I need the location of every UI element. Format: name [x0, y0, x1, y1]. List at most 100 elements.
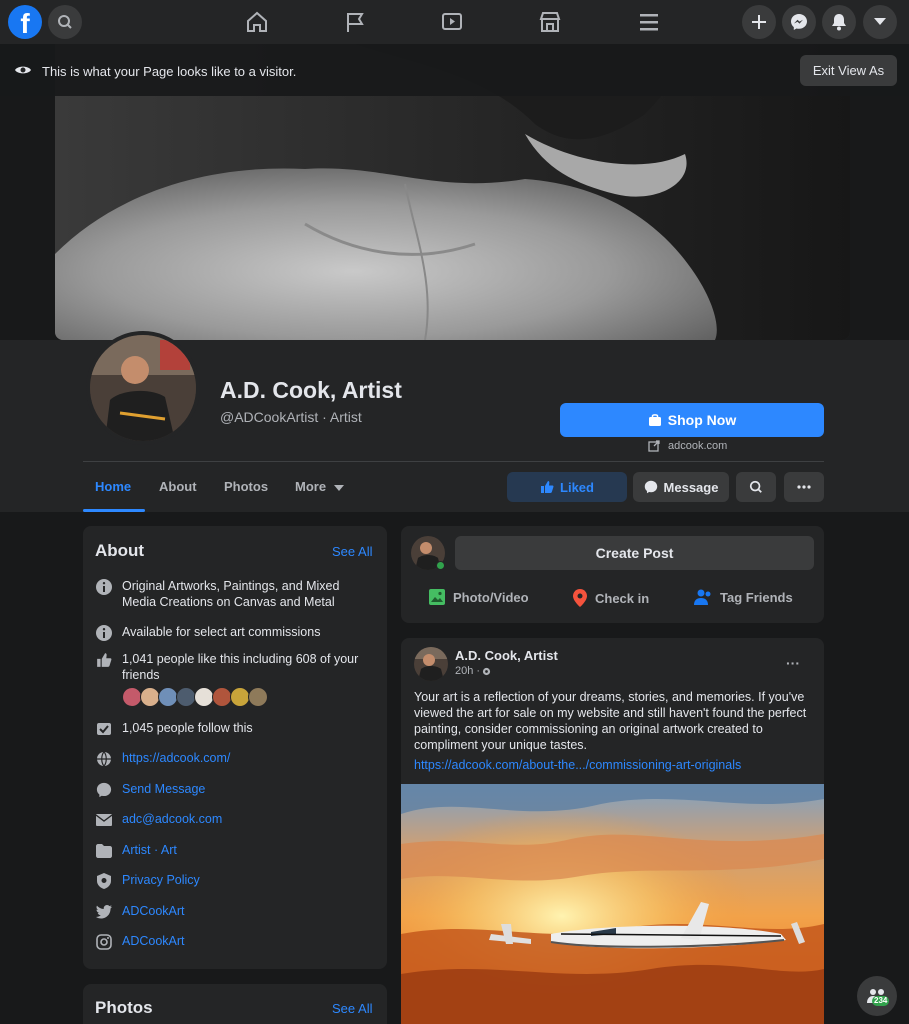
page-handle: @ADCookArtist · Artist	[220, 409, 362, 425]
page-search-button[interactable]	[736, 472, 776, 502]
friend-avatar[interactable]	[194, 687, 214, 707]
about-email-row: adc@adcook.com	[95, 811, 375, 829]
header-divider	[83, 461, 824, 462]
friend-avatar[interactable]	[248, 687, 268, 707]
about-category-row: Artist · Art	[95, 842, 375, 860]
post-time[interactable]: 20h ·	[455, 665, 480, 677]
more-dots-icon	[797, 485, 811, 489]
post-author-avatar[interactable]	[414, 647, 448, 681]
post-link[interactable]: https://adcook.com/about-the.../commissi…	[414, 758, 741, 772]
search-icon	[58, 15, 72, 29]
caret-down-icon	[874, 18, 886, 25]
airplane-painting-image	[401, 784, 824, 1024]
tab-photos[interactable]: Photos	[224, 479, 268, 494]
about-likes[interactable]: 1,041 people like this including 608 of …	[122, 651, 375, 683]
post-meta: 20h ·	[455, 665, 491, 677]
about-likes-row: 1,041 people like this including 608 of …	[95, 651, 375, 683]
tab-home[interactable]: Home	[95, 479, 131, 494]
contacts-badge: 234	[872, 996, 890, 1006]
online-status-dot	[436, 561, 445, 570]
tag-friends-icon	[694, 589, 711, 605]
exit-view-as-button[interactable]: Exit View As	[800, 55, 897, 86]
photo-video-label: Photo/Video	[453, 589, 529, 605]
about-description-row: Original Artworks, Paintings, and Mixed …	[95, 578, 375, 610]
search-button[interactable]	[48, 5, 82, 39]
info-icon	[95, 578, 113, 596]
about-website-link[interactable]: https://adcook.com/	[122, 750, 230, 768]
about-send-message-row: Send Message	[95, 781, 375, 799]
post-options-button[interactable]: ···	[786, 655, 800, 671]
home-tab[interactable]	[237, 2, 277, 42]
website-link[interactable]: adcook.com	[648, 440, 727, 452]
check-in-button[interactable]: Check in	[573, 589, 649, 607]
message-label: Message	[663, 479, 719, 495]
tab-more[interactable]: More	[295, 479, 344, 494]
shop-now-button[interactable]: Shop Now	[560, 403, 824, 437]
external-link-icon	[648, 440, 660, 452]
facebook-logo[interactable]: f	[8, 5, 42, 39]
watch-tab[interactable]	[432, 2, 472, 42]
instagram-icon	[95, 933, 113, 951]
create-post-button[interactable]: Create Post	[455, 536, 814, 570]
search-icon	[749, 480, 762, 493]
plus-icon	[752, 15, 766, 29]
eye-icon	[15, 66, 31, 74]
friend-avatar[interactable]	[122, 687, 142, 707]
post-image[interactable]	[401, 784, 824, 1024]
tab-more-label: More	[295, 479, 327, 494]
about-privacy-link[interactable]: Privacy Policy	[122, 872, 200, 890]
check-in-label: Check in	[595, 590, 650, 606]
view-as-text: This is what your Page looks like to a v…	[42, 64, 297, 79]
post-text: Your art is a reflection of your dreams,…	[414, 690, 807, 752]
thumbs-up-icon	[541, 481, 554, 493]
photos-see-all-link[interactable]: See All	[332, 1001, 372, 1016]
notifications-button[interactable]	[822, 5, 856, 39]
about-website-row: https://adcook.com/	[95, 750, 375, 768]
follow-check-icon	[95, 720, 113, 738]
about-twitter-link[interactable]: ADCookArt	[122, 903, 185, 921]
marketplace-icon	[539, 12, 561, 32]
folder-icon	[95, 842, 113, 860]
account-button[interactable]	[863, 5, 897, 39]
about-description: Original Artworks, Paintings, and Mixed …	[122, 579, 340, 609]
photo-icon	[429, 589, 445, 605]
active-tab-indicator	[83, 509, 145, 512]
menu-icon	[640, 14, 658, 31]
friend-avatar[interactable]	[212, 687, 232, 707]
gear-icon	[482, 667, 491, 675]
about-instagram-link[interactable]: ADCookArt	[122, 933, 185, 951]
messenger-button[interactable]	[782, 5, 816, 39]
about-email-link[interactable]: adc@adcook.com	[122, 811, 222, 829]
more-options-button[interactable]	[784, 472, 824, 502]
friend-avatar[interactable]	[230, 687, 250, 707]
friend-avatar[interactable]	[140, 687, 160, 707]
pages-tab[interactable]	[335, 2, 375, 42]
liked-button[interactable]: Liked	[507, 472, 627, 502]
photo-video-button[interactable]: Photo/Video	[429, 589, 529, 605]
messenger-icon	[95, 781, 113, 799]
friend-avatars[interactable]	[122, 687, 268, 707]
message-button[interactable]: Message	[633, 472, 729, 502]
about-commissions: Available for select art commissions	[122, 625, 321, 639]
about-commissions-row: Available for select art commissions	[95, 624, 375, 642]
about-category-link[interactable]: Artist · Art	[122, 842, 177, 860]
about-send-message-link[interactable]: Send Message	[122, 781, 205, 799]
friend-avatar[interactable]	[176, 687, 196, 707]
about-instagram-row: ADCookArt	[95, 933, 375, 951]
about-see-all-link[interactable]: See All	[332, 544, 372, 559]
create-button[interactable]	[742, 5, 776, 39]
tag-friends-button[interactable]: Tag Friends	[694, 589, 793, 605]
globe-icon	[95, 750, 113, 768]
post-author-name[interactable]: A.D. Cook, Artist	[455, 648, 558, 663]
about-follows: 1,045 people follow this	[122, 721, 253, 735]
profile-avatar[interactable]	[86, 331, 200, 445]
marketplace-tab[interactable]	[530, 2, 570, 42]
friend-avatar[interactable]	[158, 687, 178, 707]
flag-icon	[347, 13, 364, 32]
website-label: adcook.com	[668, 440, 728, 452]
info-icon	[95, 624, 113, 642]
home-icon	[247, 11, 267, 32]
tab-about[interactable]: About	[159, 479, 197, 494]
menu-tab[interactable]	[629, 2, 669, 42]
tag-friends-label: Tag Friends	[720, 589, 793, 605]
